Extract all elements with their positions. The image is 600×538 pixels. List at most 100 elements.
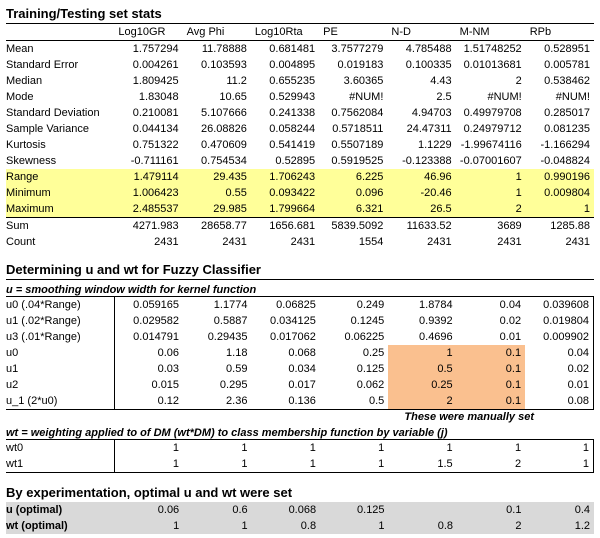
u-cell: 0.5887	[183, 313, 251, 329]
stats-cell: 11.2	[183, 73, 251, 89]
optimal-cell: 0.8	[252, 518, 320, 534]
u-cell: 1.1774	[183, 297, 251, 314]
stats-cell: 28658.77	[183, 218, 251, 235]
u-cell: 0.034	[251, 361, 319, 377]
stats-cell: 0.005781	[526, 57, 594, 73]
stats-cell: 2.5	[387, 89, 455, 105]
wt-cell: 1	[251, 440, 319, 457]
stats-cell: 2431	[251, 234, 319, 250]
stats-cell: 2	[456, 201, 526, 218]
stats-cell: 29.435	[183, 169, 251, 185]
stats-cell: 0.019183	[319, 57, 387, 73]
wt-cell: 1	[320, 440, 388, 457]
optimal-table: u (optimal)0.060.60.0680.1250.10.4wt (op…	[6, 502, 594, 534]
u-cell: 0.059165	[115, 297, 183, 314]
u-cell: 1.18	[183, 345, 251, 361]
stats-cell: 29.985	[183, 201, 251, 218]
optimal-cell: 1.2	[525, 518, 594, 534]
u-cell: 0.9392	[388, 313, 456, 329]
u-row-label: u2	[6, 377, 115, 393]
optimal-section-title: By experimentation, optimal u and wt wer…	[6, 483, 594, 502]
stats-cell: 0.285017	[526, 105, 594, 121]
wt-cell: 1	[320, 456, 388, 473]
stats-row-label: Mode	[6, 89, 114, 105]
u-cell: 0.125	[320, 361, 388, 377]
stats-cell: -1.166294	[526, 137, 594, 153]
optimal-cell: 0.8	[389, 518, 457, 534]
u-table: u0 (.04*Range)0.0591651.17740.068250.249…	[6, 296, 594, 410]
optimal-cell: 0.125	[320, 502, 388, 518]
stats-cell: 1.799664	[251, 201, 319, 218]
stats-row-label: Range	[6, 169, 114, 185]
u-cell: 0.136	[251, 393, 319, 410]
stats-cell: 1.1229	[387, 137, 455, 153]
u-cell: 0.009902	[525, 329, 593, 345]
u-cell: 0.019804	[525, 313, 593, 329]
stats-cell: 1554	[319, 234, 387, 250]
u-cell: 1	[388, 345, 456, 361]
stats-cell: 3689	[456, 218, 526, 235]
stats-cell: 2431	[526, 234, 594, 250]
u-cell: 1.8784	[388, 297, 456, 314]
stats-cell: 0.100335	[387, 57, 455, 73]
stats-cell: 1.83048	[114, 89, 182, 105]
u-cell: 0.1	[457, 361, 525, 377]
stats-cell: 0.7562084	[319, 105, 387, 121]
wt-cell: 1	[183, 456, 251, 473]
u-cell: 0.017	[251, 377, 319, 393]
wt-cell: 1	[388, 440, 456, 457]
stats-header: RPb	[526, 24, 594, 41]
u-row-label: u1 (.02*Range)	[6, 313, 115, 329]
u-cell: 0.5	[388, 361, 456, 377]
stats-cell: 3.60365	[319, 73, 387, 89]
stats-cell: 0.103593	[183, 57, 251, 73]
optimal-cell	[389, 502, 457, 518]
stats-cell: -0.048824	[526, 153, 594, 169]
stats-cell: 6.321	[319, 201, 387, 218]
u-cell: 0.06225	[320, 329, 388, 345]
stats-row-label: Maximum	[6, 201, 114, 218]
stats-header: Avg Phi	[183, 24, 251, 41]
u-cell: 0.01	[525, 377, 593, 393]
stats-cell: 0.044134	[114, 121, 182, 137]
stats-cell: 26.5	[387, 201, 455, 218]
stats-cell: 0.990196	[526, 169, 594, 185]
stats-cell: 26.08826	[183, 121, 251, 137]
stats-header: PE	[319, 24, 387, 41]
u-cell: 0.25	[388, 377, 456, 393]
stats-cell: 0.5718511	[319, 121, 387, 137]
u-cell: 0.1245	[320, 313, 388, 329]
optimal-cell: 2	[457, 518, 525, 534]
stats-cell: 0.681481	[251, 41, 319, 58]
wt-cell: 1	[525, 440, 593, 457]
stats-cell: 1.51748252	[456, 41, 526, 58]
u-cell: 0.02	[457, 313, 525, 329]
optimal-cell: 0.6	[183, 502, 251, 518]
u-row-label: u_1 (2*u0)	[6, 393, 115, 410]
wt-table: wt01111111wt111111.521	[6, 439, 594, 473]
stats-cell: 4.43	[387, 73, 455, 89]
wt-subtitle: wt = weighting applied to of DM (wt*DM) …	[6, 423, 594, 439]
wt-cell: 1	[525, 456, 593, 473]
u-row-label: u3 (.01*Range)	[6, 329, 115, 345]
stats-cell: 2431	[456, 234, 526, 250]
u-cell: 2.36	[183, 393, 251, 410]
u-cell: 0.06	[115, 345, 183, 361]
u-cell: 0.029582	[115, 313, 183, 329]
stats-cell: 1656.681	[251, 218, 319, 235]
stats-cell: 0.49979708	[456, 105, 526, 121]
stats-cell: 0.470609	[183, 137, 251, 153]
stats-cell: 2431	[183, 234, 251, 250]
stats-cell: 1.757294	[114, 41, 182, 58]
u-row-label: u1	[6, 361, 115, 377]
stats-cell: 0.241338	[251, 105, 319, 121]
stats-cell: 10.65	[183, 89, 251, 105]
stats-cell: 11.78888	[183, 41, 251, 58]
u-cell: 0.1	[457, 377, 525, 393]
u-cell: 0.062	[320, 377, 388, 393]
stats-cell: -1.99674116	[456, 137, 526, 153]
stats-cell: 0.541419	[251, 137, 319, 153]
stats-cell: 0.096	[319, 185, 387, 201]
optimal-cell: 0.06	[115, 502, 183, 518]
u-cell: 0.017062	[251, 329, 319, 345]
